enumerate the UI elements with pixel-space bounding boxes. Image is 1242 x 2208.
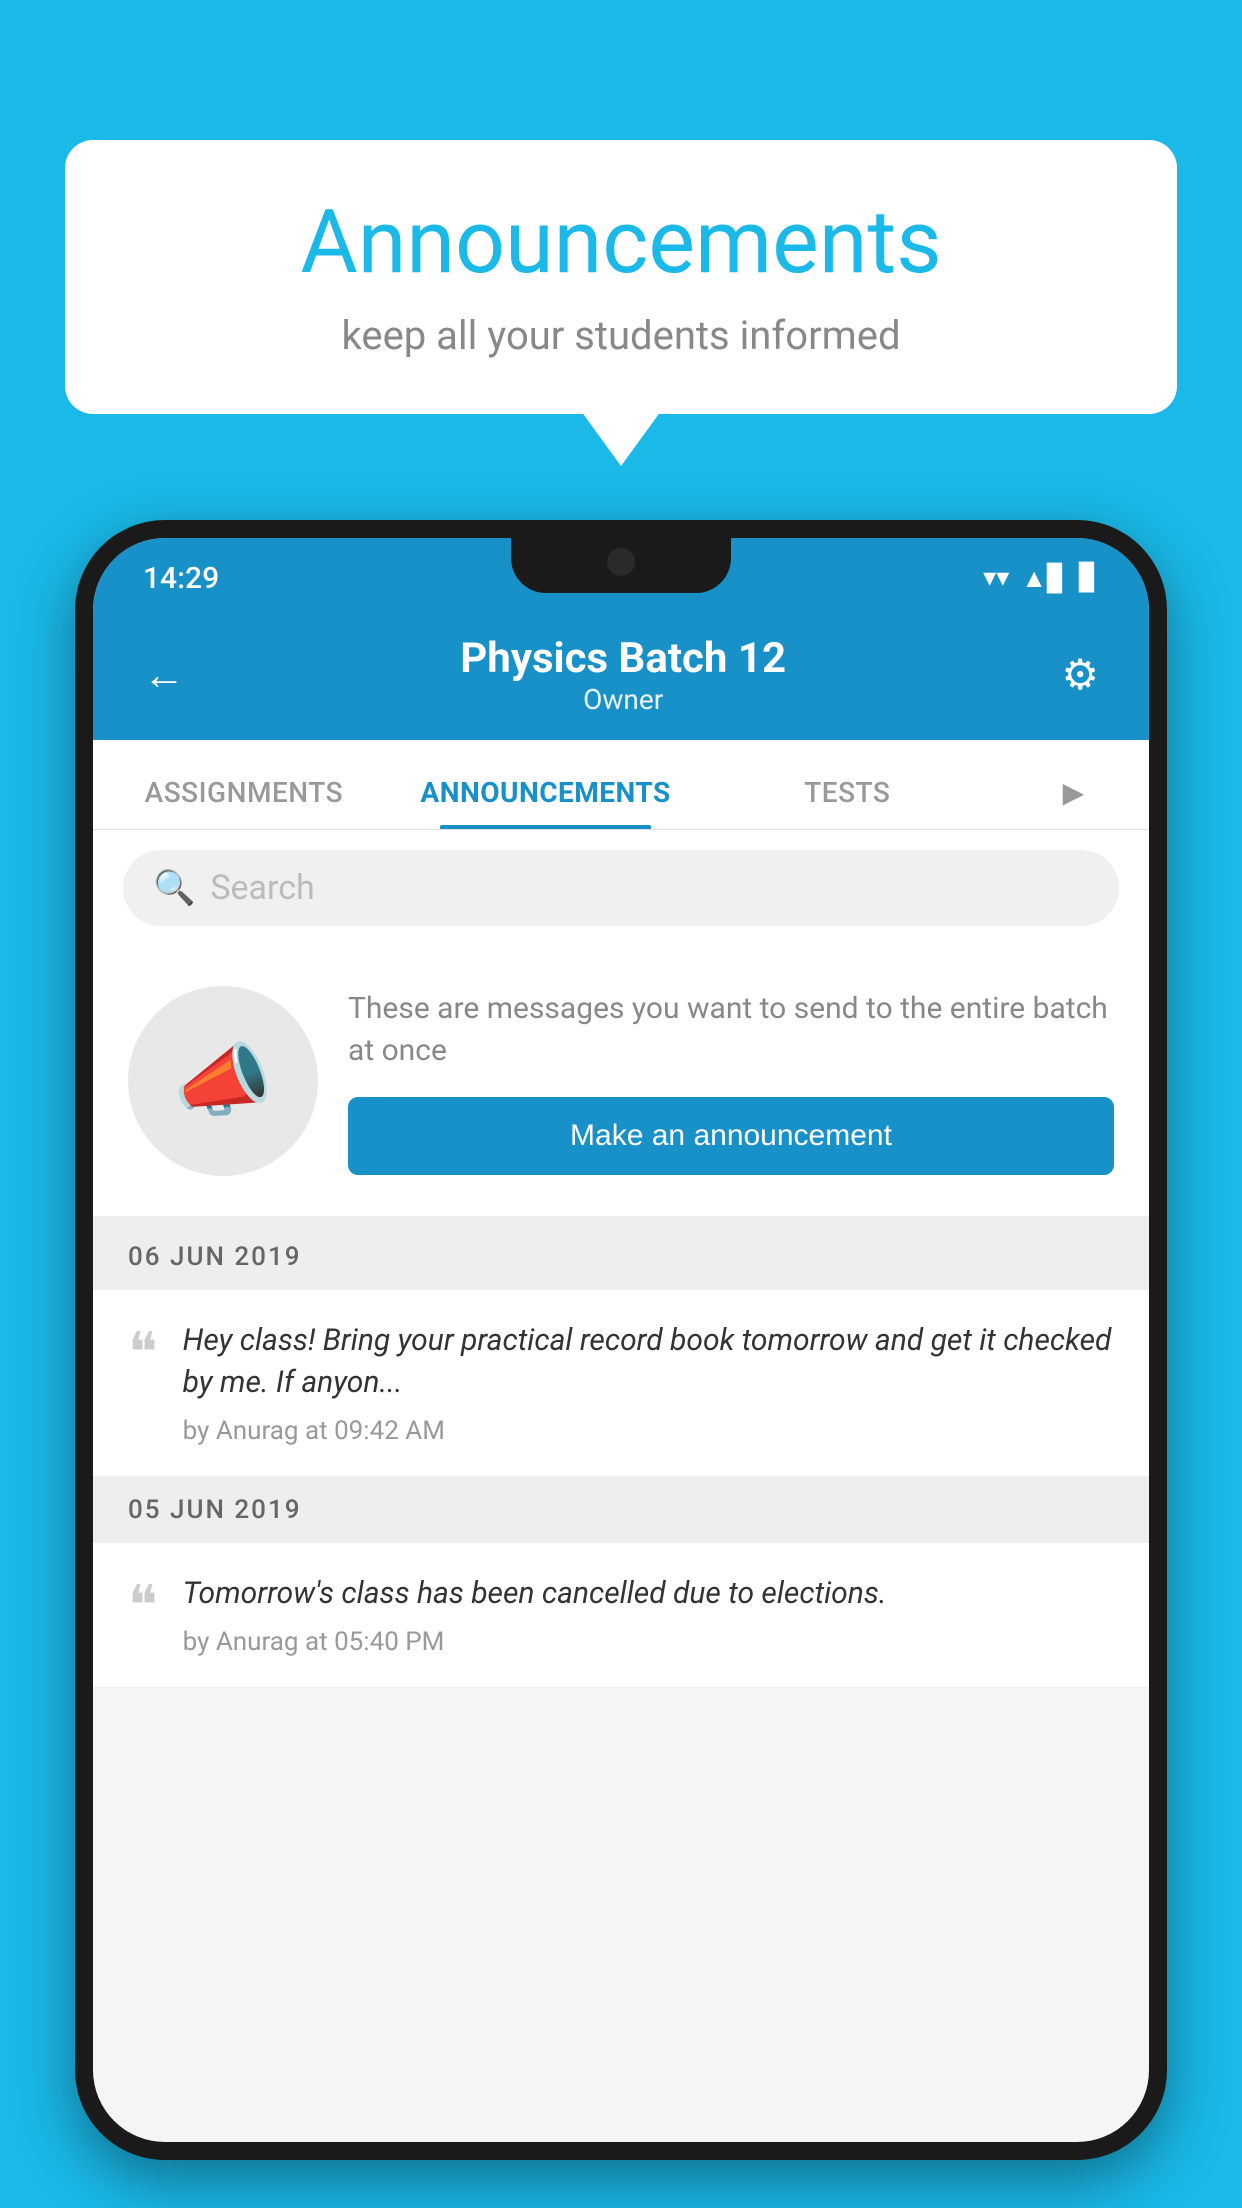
app-header: ← Physics Batch 12 Owner ⚙ — [93, 610, 1149, 740]
battery-icon: ▊ — [1079, 563, 1099, 593]
date-separator-1: 06 JUN 2019 — [93, 1224, 1149, 1290]
header-title: Physics Batch 12 — [195, 634, 1051, 683]
tab-more[interactable]: ▶ — [998, 776, 1149, 829]
phone-outer: 14:29 ▾▾ ▲▊ ▊ ← Physics Batch 12 Owner ⚙… — [75, 520, 1167, 2160]
phone-container: 14:29 ▾▾ ▲▊ ▊ ← Physics Batch 12 Owner ⚙… — [75, 520, 1167, 2208]
back-button[interactable]: ← — [133, 641, 195, 710]
prompt-description: These are messages you want to send to t… — [348, 988, 1114, 1072]
announcement-prompt: 📣 These are messages you want to send to… — [93, 946, 1149, 1224]
announcement-text-2: Tomorrow's class has been cancelled due … — [183, 1573, 1114, 1615]
date-separator-2: 05 JUN 2019 — [93, 1477, 1149, 1543]
header-subtitle: Owner — [195, 683, 1051, 716]
tab-announcements[interactable]: ANNOUNCEMENTS — [395, 776, 697, 829]
bubble-subtitle: keep all your students informed — [125, 312, 1117, 359]
search-container: 🔍 Search — [93, 830, 1149, 946]
prompt-content: These are messages you want to send to t… — [348, 988, 1114, 1175]
quote-icon-1: ❝ — [128, 1325, 158, 1446]
megaphone-circle: 📣 — [128, 986, 318, 1176]
signal-icon: ▲▊ — [1021, 563, 1067, 594]
quote-icon-2: ❝ — [128, 1578, 158, 1657]
make-announcement-button[interactable]: Make an announcement — [348, 1097, 1114, 1175]
tab-bar: ASSIGNMENTS ANNOUNCEMENTS TESTS ▶ — [93, 740, 1149, 830]
wifi-icon: ▾▾ — [983, 563, 1009, 593]
bubble-title: Announcements — [125, 195, 1117, 292]
status-time: 14:29 — [143, 561, 219, 596]
search-icon: 🔍 — [153, 868, 195, 908]
speech-bubble: Announcements keep all your students inf… — [65, 140, 1177, 414]
announcement-content-2: Tomorrow's class has been cancelled due … — [183, 1573, 1114, 1657]
announcement-meta-1: by Anurag at 09:42 AM — [183, 1416, 1114, 1446]
tab-assignments[interactable]: ASSIGNMENTS — [93, 776, 395, 829]
announcement-text-1: Hey class! Bring your practical record b… — [183, 1320, 1114, 1404]
announcement-item-2[interactable]: ❝ Tomorrow's class has been cancelled du… — [93, 1543, 1149, 1688]
megaphone-icon: 📣 — [173, 1034, 273, 1128]
search-placeholder: Search — [210, 868, 314, 908]
announcement-meta-2: by Anurag at 05:40 PM — [183, 1627, 1114, 1657]
announcement-content-1: Hey class! Bring your practical record b… — [183, 1320, 1114, 1446]
settings-icon[interactable]: ⚙ — [1051, 640, 1109, 710]
speech-bubble-container: Announcements keep all your students inf… — [65, 140, 1177, 414]
status-icons: ▾▾ ▲▊ ▊ — [983, 563, 1099, 594]
phone-camera — [607, 548, 635, 576]
tab-tests[interactable]: TESTS — [696, 776, 998, 829]
search-bar[interactable]: 🔍 Search — [123, 850, 1119, 926]
phone-screen: 14:29 ▾▾ ▲▊ ▊ ← Physics Batch 12 Owner ⚙… — [93, 538, 1149, 2142]
header-center: Physics Batch 12 Owner — [195, 634, 1051, 716]
announcement-item-1[interactable]: ❝ Hey class! Bring your practical record… — [93, 1290, 1149, 1477]
